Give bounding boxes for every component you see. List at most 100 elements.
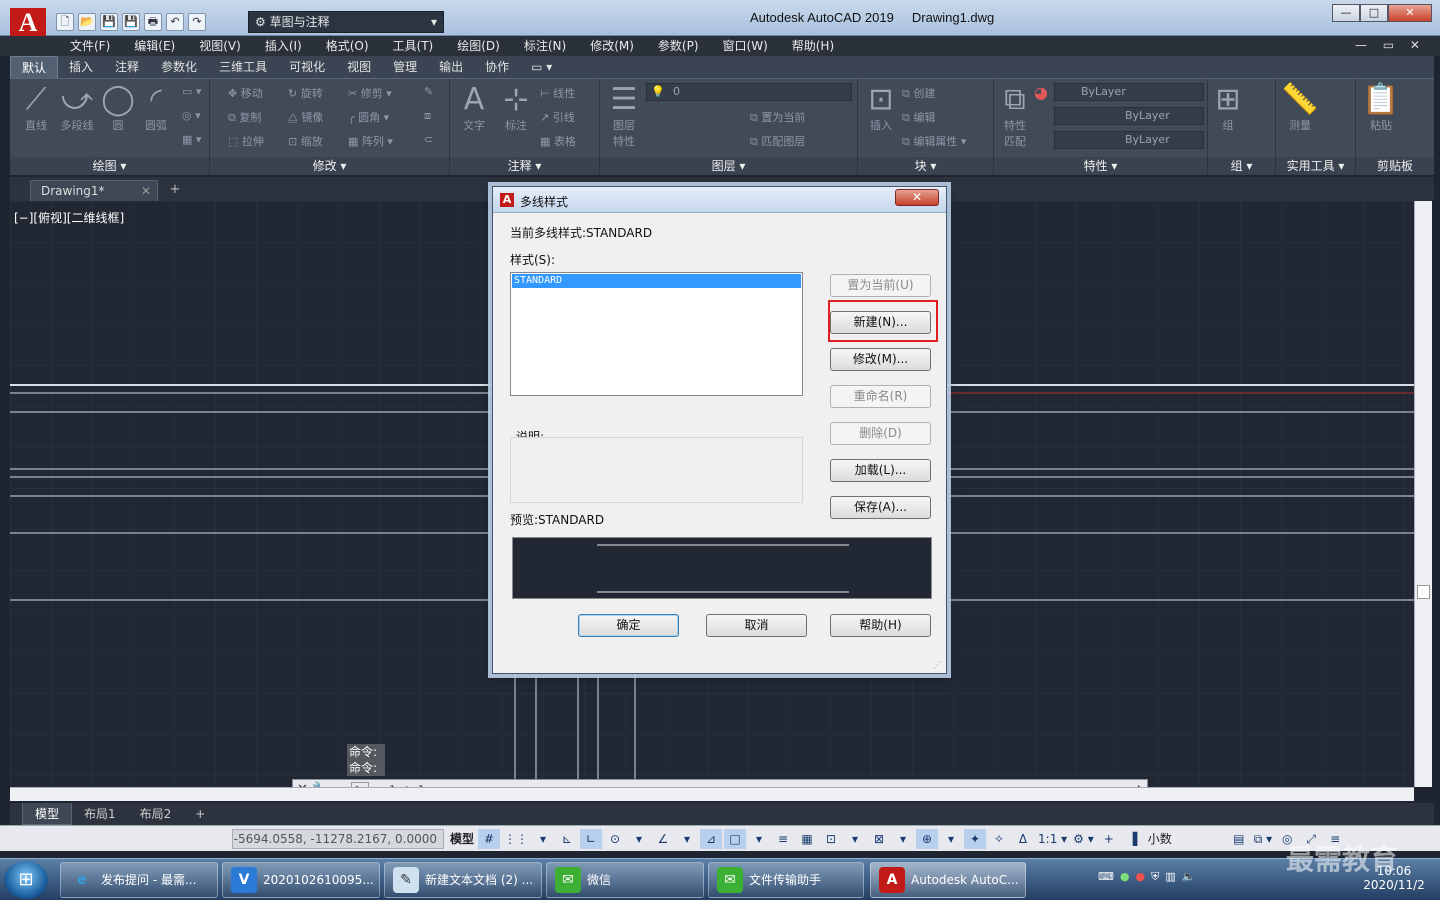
taskbar-ie[interactable]: e 发布提问 - 最需... [60, 862, 218, 898]
isodraft-dropdown-icon[interactable]: ▾ [676, 829, 698, 849]
tab-layout2[interactable]: 布局2 [128, 803, 184, 825]
close-button[interactable]: ✕ [1388, 4, 1432, 22]
tab-visualize[interactable]: 可视化 [278, 56, 336, 78]
mirror-button[interactable]: ⧋ 镜像 [288, 109, 323, 125]
annotation-scale-icon[interactable]: ᐃ [1012, 829, 1034, 849]
panel-block-title[interactable]: 块 ▾ [858, 157, 993, 175]
set-current-button[interactable]: 置为当前(U) [830, 274, 931, 297]
print-icon[interactable]: 🖶 [144, 13, 162, 31]
leader-button[interactable]: ↗ 引线 [540, 109, 575, 125]
panel-annotation-title[interactable]: 注释 ▾ [450, 157, 599, 175]
gizmo-dropdown-icon[interactable]: ▾ [892, 829, 914, 849]
object-snap-icon[interactable]: □ [724, 829, 747, 849]
network-icon[interactable]: ▥ [1165, 870, 1175, 884]
panel-utilities-title[interactable]: 实用工具 ▾ [1276, 157, 1355, 175]
save-icon[interactable]: 💾 [100, 13, 118, 31]
tab-default[interactable]: 默认 [10, 56, 59, 78]
redo-icon[interactable]: ↷ [188, 13, 206, 31]
start-button[interactable]: ⊞ [4, 861, 48, 899]
hatch-icon[interactable]: ◎ ▾ [182, 109, 201, 122]
menu-parametric[interactable]: 参数(P) [646, 36, 711, 56]
tab-collaborate[interactable]: 协作 [474, 56, 520, 78]
add-layout-button[interactable]: + [183, 803, 217, 825]
menu-file[interactable]: 文件(F) [58, 36, 122, 56]
tab-manage[interactable]: 管理 [382, 56, 428, 78]
shield-icon[interactable]: ⛨ [1151, 870, 1159, 884]
coordinate-readout[interactable]: -5694.0558, -11278.2167, 0.0000 [232, 829, 444, 849]
make-current-button[interactable]: ⧉ 置为当前 [750, 109, 805, 125]
delete-style-button[interactable]: 删除(D) [830, 422, 931, 445]
ortho-icon[interactable]: ∟ [580, 829, 603, 849]
new-file-icon[interactable]: 🗋 [56, 13, 74, 31]
taskbar-video[interactable]: V 2020102610095... [222, 862, 380, 898]
units-dropdown[interactable]: 小数 [1146, 829, 1226, 849]
autocad-app-menu-button[interactable]: A [10, 8, 46, 38]
color-dropdown[interactable]: ByLayer [1054, 83, 1204, 101]
copy-button[interactable]: ⧉ 复制 [228, 109, 261, 125]
weibo-icon[interactable]: ● [1136, 870, 1146, 884]
menu-dimension[interactable]: 标注(N) [512, 36, 578, 56]
gear-icon[interactable]: ⚙ ▾ [1071, 829, 1096, 849]
modify-style-button[interactable]: 修改(M)... [830, 348, 931, 371]
resize-grip-icon[interactable]: ⋰ [933, 661, 942, 671]
dimension-button[interactable]: ⊹ 标注 [496, 83, 536, 133]
workspace-dropdown[interactable]: ⚙ 草图与注释 ▾ [248, 11, 444, 33]
menu-view[interactable]: 视图(V) [187, 36, 253, 56]
taskbar-notepad[interactable]: ✎ 新建文本文档 (2) ... [384, 862, 542, 898]
tab-view[interactable]: 视图 [336, 56, 382, 78]
infer-constraints-icon[interactable]: ⊾ [556, 829, 578, 849]
wechat-tray-icon[interactable]: ● [1120, 870, 1130, 884]
minimize-button[interactable]: — [1332, 4, 1360, 22]
edit-block-button[interactable]: ⧉ 编辑 [902, 109, 935, 125]
table-button[interactable]: ▦ 表格 [540, 133, 576, 149]
measure-button[interactable]: 📏 测量 [1280, 83, 1320, 133]
array-button[interactable]: ▦ 阵列 ▾ [348, 133, 393, 149]
menu-modify[interactable]: 修改(M) [578, 36, 646, 56]
rename-style-button[interactable]: 重命名(R) [830, 385, 931, 408]
fillet-button[interactable]: ╭ 圆角 ▾ [348, 109, 389, 125]
trim-button[interactable]: ✂ 修剪 ▾ [348, 85, 392, 101]
circle-button[interactable]: ◯ 圆 [100, 83, 136, 133]
erase-icon[interactable]: ✎ [424, 85, 433, 98]
tab-insert[interactable]: 插入 [58, 56, 104, 78]
ucs-dropdown-icon[interactable]: ▾ [940, 829, 962, 849]
lineweight-dropdown[interactable]: ByLayer [1054, 131, 1204, 149]
move-button[interactable]: ✥ 移动 [228, 85, 263, 101]
panel-draw-title[interactable]: 绘图 ▾ [10, 157, 209, 175]
stretch-button[interactable]: ⬚ 拉伸 [228, 133, 264, 149]
save-as-icon[interactable]: 💾 [122, 13, 140, 31]
selection-dropdown-icon[interactable]: ▾ [844, 829, 866, 849]
layer-dropdown[interactable]: 💡 0 [646, 83, 852, 101]
lineweight-icon[interactable]: ≡ [772, 829, 794, 849]
tab-annotate[interactable]: 注释 [104, 56, 150, 78]
linear-button[interactable]: ⊢ 线性 [540, 85, 575, 101]
maximize-button[interactable]: □ [1360, 4, 1388, 22]
snap-icon[interactable]: ⋮⋮ [502, 829, 530, 849]
new-tab-button[interactable]: + [166, 182, 184, 198]
scrollbar-thumb[interactable] [1417, 585, 1430, 599]
keyboard-icon[interactable]: ⌨ [1098, 870, 1114, 884]
ribbon-options-button[interactable]: ▭ ▾ [520, 56, 563, 78]
match-properties-button[interactable]: ⧉ 特性 匹配 [998, 83, 1032, 149]
horizontal-scrollbar[interactable] [10, 787, 1414, 801]
scale-button[interactable]: ⊡ 缩放 [288, 133, 323, 149]
tab-model[interactable]: 模型 [22, 803, 73, 825]
document-window-controls[interactable]: — ▭ ✕ [1355, 38, 1426, 52]
dialog-close-button[interactable]: ✕ [895, 189, 939, 206]
gizmo-icon[interactable]: ⊠ [868, 829, 890, 849]
tab-layout1[interactable]: 布局1 [72, 803, 128, 825]
polar-icon[interactable]: ⊙ [604, 829, 626, 849]
snap-dropdown-icon[interactable]: ▾ [532, 829, 554, 849]
panel-layers-title[interactable]: 图层 ▾ [600, 157, 857, 175]
panel-groups-title[interactable]: 组 ▾ [1208, 157, 1275, 175]
menu-help[interactable]: 帮助(H) [780, 36, 846, 56]
create-block-button[interactable]: ⧉ 创建 [902, 85, 935, 101]
tab-3d-tools[interactable]: 三维工具 [208, 56, 278, 78]
boundary-icon[interactable]: ▦ ▾ [182, 133, 201, 146]
tab-parametric[interactable]: 参数化 [150, 56, 208, 78]
color-wheel-icon[interactable]: ◕ [1034, 83, 1048, 102]
plus-icon[interactable]: + [1098, 829, 1120, 849]
volume-icon[interactable]: 🔈 [1182, 870, 1196, 884]
load-style-button[interactable]: 加载(L)... [830, 459, 931, 482]
object-snap-dropdown-icon[interactable]: ▾ [748, 829, 770, 849]
